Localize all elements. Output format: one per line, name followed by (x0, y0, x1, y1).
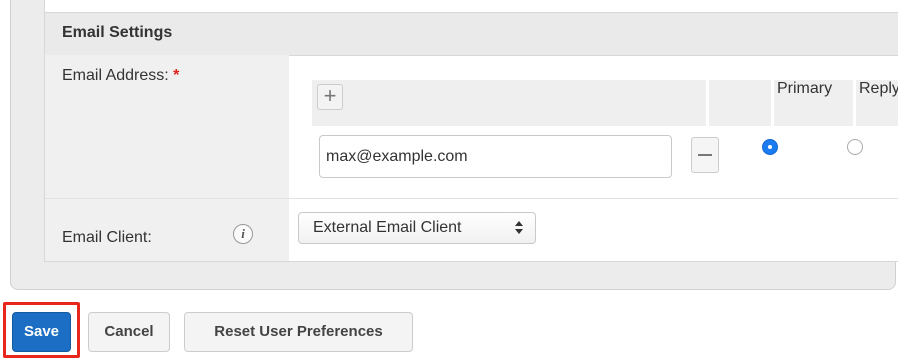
email-address-label: Email Address: * (62, 67, 179, 85)
email-client-select[interactable]: External Email Client (298, 212, 536, 244)
email-address-input[interactable] (319, 135, 672, 178)
row-divider (45, 198, 898, 199)
section-title: Email Settings (62, 24, 173, 41)
email-header-add-cell (312, 80, 706, 126)
save-button[interactable]: Save (12, 312, 71, 352)
plus-icon: + (323, 83, 337, 108)
updown-arrows-icon (515, 221, 523, 235)
email-header-remove-cell (709, 80, 771, 126)
reset-user-preferences-button[interactable]: Reset User Preferences (184, 312, 413, 352)
required-marker: * (173, 67, 180, 84)
email-client-selected-value: External Email Client (313, 219, 462, 236)
email-settings-table: Email Settings Email Address: * + Primar… (44, 0, 898, 262)
remove-email-button[interactable] (691, 137, 719, 173)
reply-to-radio[interactable] (847, 139, 863, 155)
section-header: Email Settings (45, 12, 898, 56)
primary-radio[interactable] (762, 139, 778, 155)
email-address-label-text: Email Address: (62, 67, 169, 84)
info-icon[interactable]: i (233, 224, 253, 244)
add-email-button[interactable]: + (317, 84, 343, 110)
primary-column-header: Primary (777, 80, 833, 97)
cancel-button[interactable]: Cancel (88, 312, 170, 352)
email-client-label: Email Client: (62, 229, 152, 246)
reply-to-column-header: Reply-to (859, 80, 898, 97)
